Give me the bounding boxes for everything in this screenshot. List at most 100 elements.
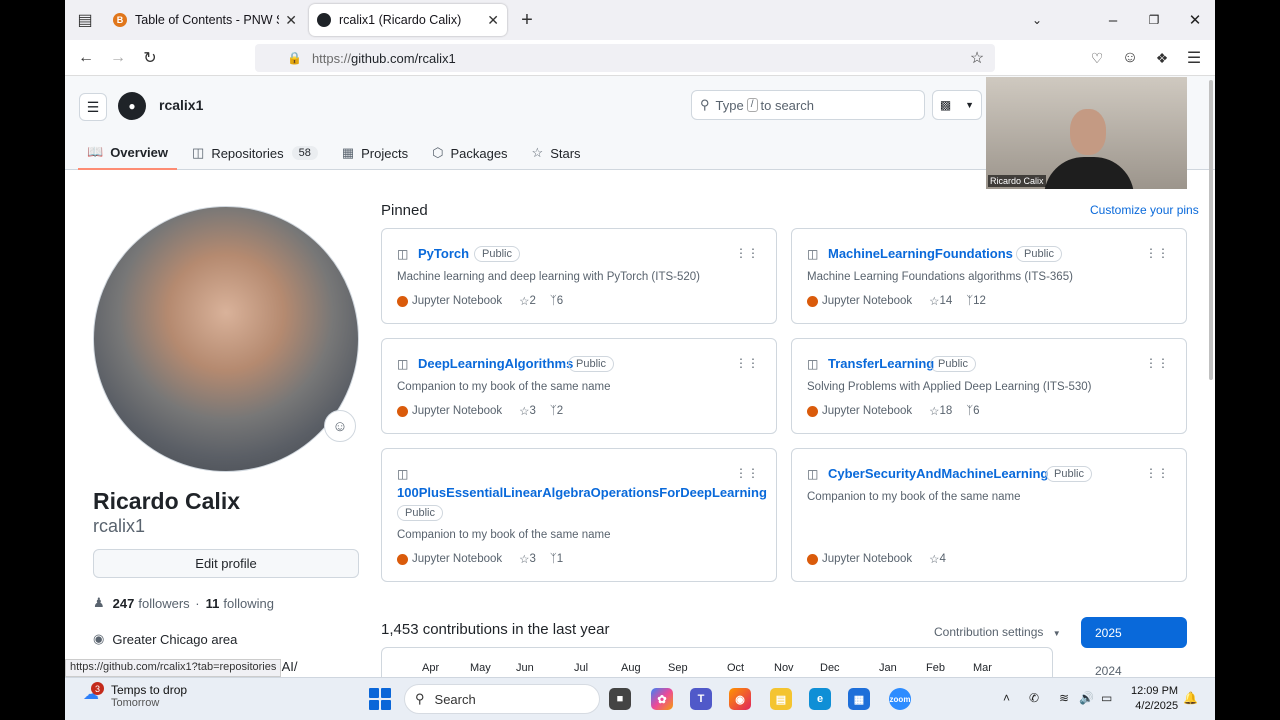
location-text: Greater Chicago area xyxy=(112,631,238,647)
notifications-bell-icon[interactable]: 🔔 xyxy=(1183,691,1198,705)
copilot-icon: ▩ xyxy=(939,98,952,112)
contribution-settings-dropdown[interactable]: Contribution settings ▼ xyxy=(934,625,1061,639)
star-icon: ☆ xyxy=(531,145,544,160)
battery-icon[interactable]: ▭ xyxy=(1101,691,1112,705)
back-icon[interactable]: ← xyxy=(74,46,98,70)
tray-overflow-chevron-icon[interactable]: ˄ xyxy=(1003,691,1010,705)
task-view-icon[interactable]: ■ xyxy=(609,688,631,710)
customize-pins-link[interactable]: Customize your pins xyxy=(1090,203,1199,217)
file-explorer-icon[interactable]: ▤ xyxy=(770,688,792,710)
tab-overview[interactable]: 📖 Overview xyxy=(78,136,178,170)
teams-icon[interactable]: T xyxy=(690,688,712,710)
page-scrollbar[interactable] xyxy=(1209,80,1213,380)
header-username[interactable]: rcalix1 xyxy=(159,97,203,113)
drag-handle-icon[interactable]: ⋮⋮ xyxy=(735,246,759,260)
repo-language: Jupyter Notebook xyxy=(822,295,913,307)
drag-handle-icon[interactable]: ⋮⋮ xyxy=(735,466,759,480)
star-count[interactable]: 4 xyxy=(939,553,945,565)
following-count[interactable]: 11 xyxy=(206,596,220,611)
repo-name-link[interactable]: TransferLearning xyxy=(828,356,934,371)
fork-icon: ᛉ xyxy=(966,295,974,307)
taskbar-search-input[interactable]: ⚲ Search xyxy=(404,684,600,714)
drag-handle-icon[interactable]: ⋮⋮ xyxy=(1145,246,1169,260)
close-tab-icon[interactable]: ✕ xyxy=(487,12,499,29)
fork-count[interactable]: 6 xyxy=(973,405,979,417)
pocket-icon[interactable]: ♡ xyxy=(1085,46,1109,70)
followers-count[interactable]: 247 xyxy=(113,596,135,611)
store-icon[interactable]: ▦ xyxy=(848,688,870,710)
copilot-app-icon[interactable]: ✿ xyxy=(651,688,673,710)
star-icon: ☆ xyxy=(519,406,530,418)
weather-subtitle: Tomorrow xyxy=(111,697,160,709)
new-tab-icon[interactable]: + xyxy=(515,8,539,32)
tab-stars[interactable]: ☆ Stars xyxy=(523,136,590,170)
fork-count[interactable]: 1 xyxy=(557,553,563,565)
wifi-icon[interactable]: ≋ xyxy=(1059,691,1069,705)
chevron-down-icon: ▼ xyxy=(1052,629,1061,638)
repo-icon: ◫ xyxy=(807,247,819,261)
profile-avatar[interactable] xyxy=(93,206,359,472)
windows-start-icon[interactable] xyxy=(369,688,391,710)
fork-count[interactable]: 12 xyxy=(973,295,986,307)
year-button-2025[interactable]: 2025 xyxy=(1081,617,1187,648)
close-window-icon[interactable]: ✕ xyxy=(1175,0,1215,40)
following-link[interactable]: following xyxy=(223,596,274,611)
tray-app-icon[interactable]: ✆ xyxy=(1029,691,1039,705)
language-color-dot xyxy=(397,553,408,565)
fork-count[interactable]: 2 xyxy=(557,405,563,417)
month-label: Oct xyxy=(727,662,745,674)
drag-handle-icon[interactable]: ⋮⋮ xyxy=(1145,466,1169,480)
book-icon: 📖 xyxy=(87,144,104,159)
close-tab-icon[interactable]: ✕ xyxy=(285,12,297,29)
system-clock[interactable]: 12:09 PM 4/2/2025 xyxy=(1131,684,1178,714)
bookmark-star-icon[interactable]: ☆ xyxy=(965,46,989,70)
browser-tab-toc[interactable]: B Table of Contents - PNW Spring ✕ xyxy=(105,4,305,36)
video-call-overlay[interactable]: Ricardo Calix xyxy=(986,77,1187,189)
minimize-icon[interactable]: – xyxy=(1093,0,1133,40)
tab-packages[interactable]: ⬡ Packages xyxy=(423,136,516,170)
drag-handle-icon[interactable]: ⋮⋮ xyxy=(735,356,759,370)
tab-repositories[interactable]: ◫ Repositories 58 xyxy=(183,136,327,170)
month-label: May xyxy=(470,662,491,674)
drag-handle-icon[interactable]: ⋮⋮ xyxy=(1145,356,1169,370)
followers-link[interactable]: followers xyxy=(138,596,189,611)
edge-icon[interactable]: e xyxy=(809,688,831,710)
zoom-icon[interactable]: zoom xyxy=(889,688,911,710)
copilot-button[interactable]: ▩ ▼ xyxy=(932,90,982,120)
star-count[interactable]: 18 xyxy=(939,405,952,417)
language-color-dot xyxy=(807,295,818,307)
search-input[interactable]: ⚲ Type / to search xyxy=(691,90,925,120)
repo-meta: Jupyter Notebook ☆ 3 ᛉ 1 xyxy=(397,552,563,566)
star-count[interactable]: 3 xyxy=(529,553,535,565)
language-color-dot xyxy=(807,553,818,565)
github-logo-icon[interactable]: ● xyxy=(118,92,146,120)
tab-overflow-chevron-icon[interactable]: ⌄ xyxy=(1017,0,1057,40)
menu-icon[interactable]: ☰ xyxy=(1182,46,1206,70)
firefox-icon[interactable]: ◉ xyxy=(729,688,751,710)
repo-name-link[interactable]: MachineLearningFoundations xyxy=(828,246,1013,261)
repo-icon: ◫ xyxy=(397,357,409,371)
volume-icon[interactable]: 🔊 xyxy=(1079,691,1094,705)
edit-profile-button[interactable]: Edit profile xyxy=(93,549,359,578)
repo-name-link[interactable]: 100PlusEssentialLinearAlgebraOperationsF… xyxy=(397,485,767,500)
browser-tab-github[interactable]: rcalix1 (Ricardo Calix) ✕ xyxy=(309,4,507,36)
tab-list-icon[interactable]: ▤ xyxy=(73,8,97,32)
fork-count[interactable]: 6 xyxy=(557,295,563,307)
weather-widget[interactable]: ☁ 3 Temps to drop Tomorrow xyxy=(83,682,187,709)
star-count[interactable]: 14 xyxy=(939,295,952,307)
account-icon[interactable]: ☺ xyxy=(1118,46,1142,70)
tab-projects[interactable]: ▦ Projects xyxy=(333,136,417,170)
hamburger-menu-icon[interactable]: ☰ xyxy=(79,93,107,121)
repo-name-link[interactable]: PyTorch xyxy=(418,246,469,261)
repo-name-link[interactable]: CyberSecurityAndMachineLearning xyxy=(828,466,1048,481)
reload-icon[interactable]: ↻ xyxy=(138,46,162,70)
extensions-icon[interactable]: ❖ xyxy=(1150,46,1174,70)
restore-icon[interactable]: ❐ xyxy=(1134,0,1174,40)
star-count[interactable]: 2 xyxy=(529,295,535,307)
repo-name-link[interactable]: DeepLearningAlgorithms xyxy=(418,356,573,371)
star-count[interactable]: 3 xyxy=(529,405,535,417)
forward-icon[interactable]: → xyxy=(106,46,130,70)
url-bar[interactable]: 🔒 https:// github.com/rcalix1 xyxy=(255,44,995,72)
smiley-status-icon[interactable]: ☺ xyxy=(324,410,356,442)
year-button-2024[interactable]: 2024 xyxy=(1095,664,1122,678)
